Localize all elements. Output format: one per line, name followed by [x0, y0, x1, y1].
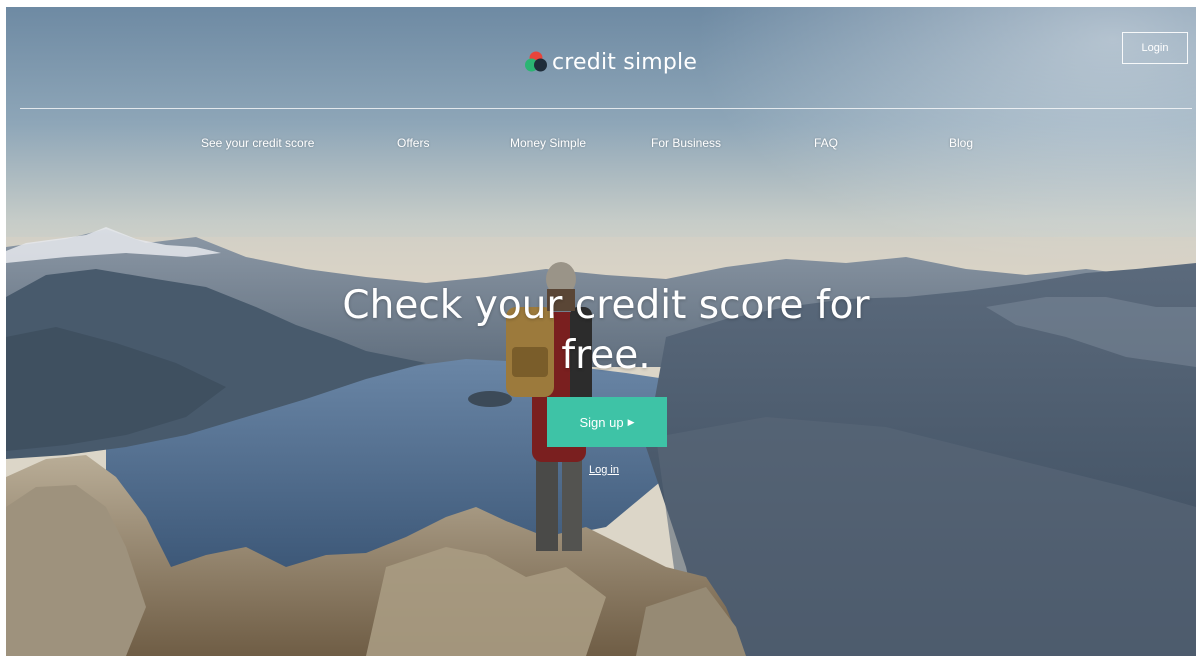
logo-text: credit simple [552, 49, 698, 75]
hero-headline-line1: Check your credit score for [342, 283, 870, 328]
page: credit simple Login See your credit scor… [6, 7, 1196, 656]
signup-button[interactable]: Sign up ▶ [547, 397, 667, 447]
header-divider [20, 108, 1192, 109]
main-nav: See your credit score Offers Money Simpl… [6, 136, 1196, 154]
nav-item-blog[interactable]: Blog [949, 136, 973, 150]
login-button[interactable]: Login [1122, 32, 1188, 64]
play-arrow-icon: ▶ [627, 416, 635, 427]
nav-item-money-simple[interactable]: Money Simple [510, 136, 586, 150]
login-link[interactable]: Log in [589, 464, 619, 476]
nav-item-see-credit-score[interactable]: See your credit score [201, 136, 314, 150]
hero-headline-line2: free. [561, 333, 651, 378]
nav-item-faq[interactable]: FAQ [814, 136, 838, 150]
logo[interactable]: credit simple [524, 47, 697, 77]
hero-headline: Check your credit score for free. [301, 281, 911, 381]
nav-item-offers[interactable]: Offers [397, 136, 429, 150]
overlapping-circles-logo-icon [525, 51, 547, 72]
signup-button-label: Sign up [579, 414, 624, 430]
nav-item-for-business[interactable]: For Business [651, 136, 721, 150]
